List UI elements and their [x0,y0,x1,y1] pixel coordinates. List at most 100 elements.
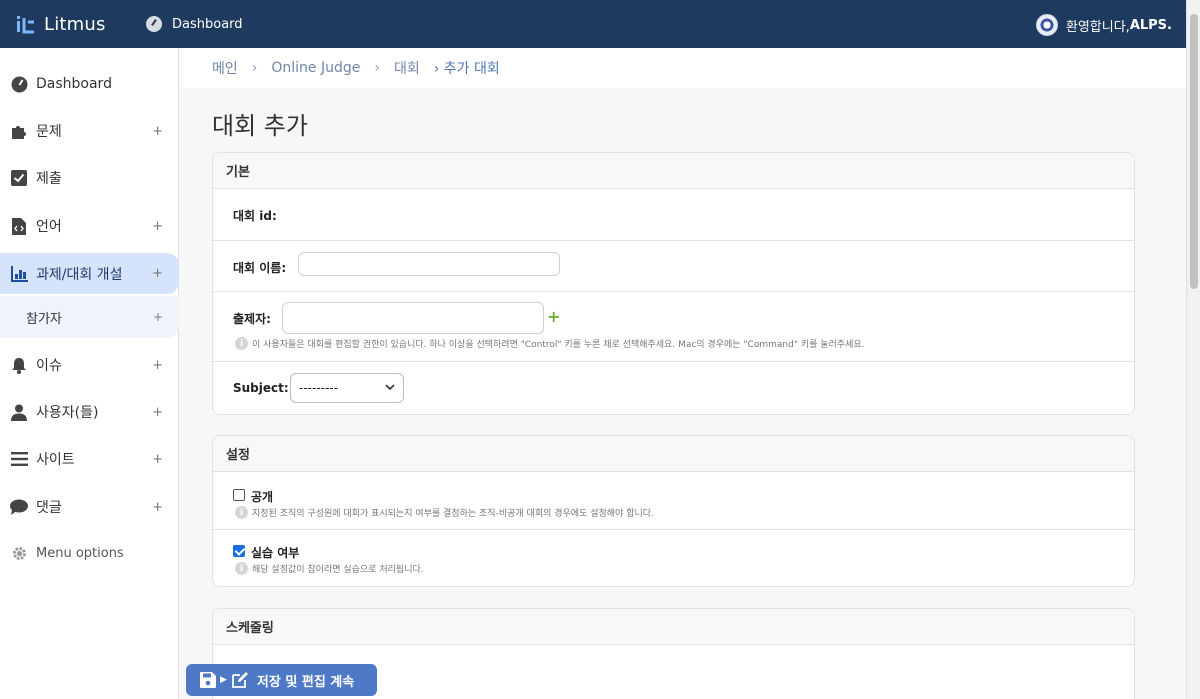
contest-name-label: 대회 이름: [233,261,287,275]
list-icon [10,450,28,468]
sidebar-subitem-participants[interactable]: 참가자 + [0,296,179,338]
bell-icon [10,356,28,374]
sidebar-item-label: Dashboard [36,76,112,92]
info-icon: i [235,337,248,350]
sidebar-item-issues[interactable]: 이슈 + [0,345,179,385]
author-row: 출제자: + i 이 사용자들은 대회를 편집할 권한이 있습니다. 하나 이상… [213,292,1134,362]
expand-icon[interactable]: + [152,500,163,515]
expand-icon[interactable]: + [152,219,163,234]
sidebar-item-submissions[interactable]: 제출 [0,158,179,198]
user-icon [10,403,28,421]
author-help: i 이 사용자들은 대회를 편집할 권한이 있습니다. 하나 이상을 선택하려면… [235,337,865,350]
expand-icon[interactable]: + [152,405,163,420]
practice-checkbox[interactable] [233,545,245,557]
author-label: 출제자: [233,312,271,326]
chart-icon [10,265,28,283]
expand-icon[interactable]: + [152,452,163,467]
sidebar-menu-options[interactable]: Menu options [10,544,124,562]
check-square-icon [10,169,28,187]
contest-id-row: 대회 id: [213,189,1134,241]
save-and-continue-button[interactable]: ▶ 저장 및 편집 계속 [186,664,377,696]
breadcrumb-main[interactable]: 메인 [212,58,238,78]
sidebar-item-label: 사용자(들) [36,405,99,421]
top-dashboard-link[interactable]: Dashboard [146,16,243,32]
subject-row: Subject: --------- [213,362,1134,414]
contest-name-input[interactable] [298,252,560,276]
breadcrumb-contests[interactable]: 대회 [394,58,420,78]
public-label: 공개 [251,490,274,504]
sidebar-item-label: 사이트 [36,452,75,468]
info-icon: i [235,562,248,575]
sidebar-item-sites[interactable]: 사이트 + [0,439,179,479]
expand-icon[interactable]: + [152,124,163,139]
scheduling-panel-title: 스케줄링 [213,609,1134,645]
subject-label: Subject: [233,381,289,395]
chevron-down-icon [385,382,395,395]
expand-icon[interactable]: + [153,310,163,324]
page-title: 대회 추가 [212,112,308,140]
page-scrollbar[interactable] [1186,0,1200,699]
contest-id-label: 대회 id: [233,209,277,223]
basic-panel-title: 기본 [213,153,1134,189]
contest-name-row: 대회 이름: [213,241,1134,292]
dashboard-icon [10,75,28,93]
practice-help-text: 해당 설정값이 참이라면 실습으로 처리됩니다. [252,565,424,575]
sidebar-item-label: 댓글 [36,500,62,516]
add-author-icon[interactable]: + [547,307,560,326]
public-help-text: 지정된 조직의 구성원에 대회가 표시되는지 여부를 결정하는 조직-비공개 대… [252,509,654,519]
scrollbar-thumb[interactable] [1190,14,1198,289]
public-row: 공개 i 지정된 조직의 구성원에 대회가 표시되는지 여부를 결정하는 조직-… [213,472,1134,530]
expand-icon[interactable]: + [152,358,163,373]
breadcrumb-separator: › [251,60,258,76]
litmus-logo-icon [17,16,34,34]
sidebar-item-comments[interactable]: 댓글 + [0,487,179,527]
author-select[interactable] [282,302,544,334]
code-file-icon [10,217,28,235]
settings-panel: 설정 공개 i 지정된 조직의 구성원에 대회가 표시되는지 여부를 결정하는 … [212,435,1135,587]
sidebar-item-label: 제출 [36,171,62,187]
basic-panel: 기본 대회 id: 대회 이름: 출제자: + i 이 사용자들은 대회를 편집… [212,152,1135,415]
breadcrumb-online-judge[interactable]: Online Judge [271,60,360,76]
puzzle-icon [10,122,28,140]
avatar [1035,14,1058,36]
subject-select[interactable]: --------- [290,373,404,403]
caret-right-icon: ▶ [220,675,227,685]
sidebar-item-languages[interactable]: 언어 + [0,206,179,246]
sidebar: Dashboard 문제 + 제출 언어 + 과제/대회 개설 + 참가자 + [0,48,179,699]
practice-help: i 해당 설정값이 참이라면 실습으로 처리됩니다. [235,562,424,575]
breadcrumb-current: › 추가 대회 [433,61,500,77]
comment-icon [10,498,28,516]
public-help: i 지정된 조직의 구성원에 대회가 표시되는지 여부를 결정하는 조직-비공개… [235,506,654,519]
breadcrumb: 메인 › Online Judge › 대회 › 추가 대회 [180,48,1186,88]
welcome-text: 환영합니다, [1065,19,1130,35]
top-dashboard-label: Dashboard [172,16,243,32]
expand-icon[interactable]: + [152,266,163,281]
edit-icon [232,672,248,688]
subject-select-value: --------- [299,381,338,395]
author-help-text: 이 사용자들은 대회를 편집할 권한이 있습니다. 하나 이상을 선택하려면 "… [252,340,865,350]
sidebar-subitem-label: 참가자 [26,311,62,327]
dashboard-icon [146,16,162,32]
practice-row: 실습 여부 i 해당 설정값이 참이라면 실습으로 처리됩니다. [213,530,1134,586]
sidebar-item-problems[interactable]: 문제 + [0,111,179,151]
sidebar-item-dashboard[interactable]: Dashboard [0,64,179,104]
brand[interactable]: Litmus [16,14,130,35]
sidebar-item-label: 이슈 [36,358,62,374]
sidebar-item-users[interactable]: 사용자(들) + [0,392,179,432]
floppy-disk-icon [200,672,216,688]
practice-label: 실습 여부 [251,546,300,560]
settings-panel-title: 설정 [213,436,1134,472]
sidebar-item-contests[interactable]: 과제/대회 개설 + [0,253,179,294]
username: ALPS. [1129,17,1172,33]
sidebar-item-label: 과제/대회 개설 [36,266,123,283]
top-navbar: Litmus Dashboard 환영합니다, ALPS. [0,0,1200,48]
breadcrumb-separator: › [374,60,380,76]
menu-options-label: Menu options [36,545,124,561]
public-checkbox[interactable] [233,489,245,501]
info-icon: i [235,506,248,519]
sidebar-item-label: 언어 [36,219,62,235]
user-menu[interactable]: 환영합니다, ALPS. [1035,14,1172,36]
sidebar-item-label: 문제 [36,124,62,140]
gear-icon [10,544,28,562]
save-button-label: 저장 및 편집 계속 [256,674,355,690]
